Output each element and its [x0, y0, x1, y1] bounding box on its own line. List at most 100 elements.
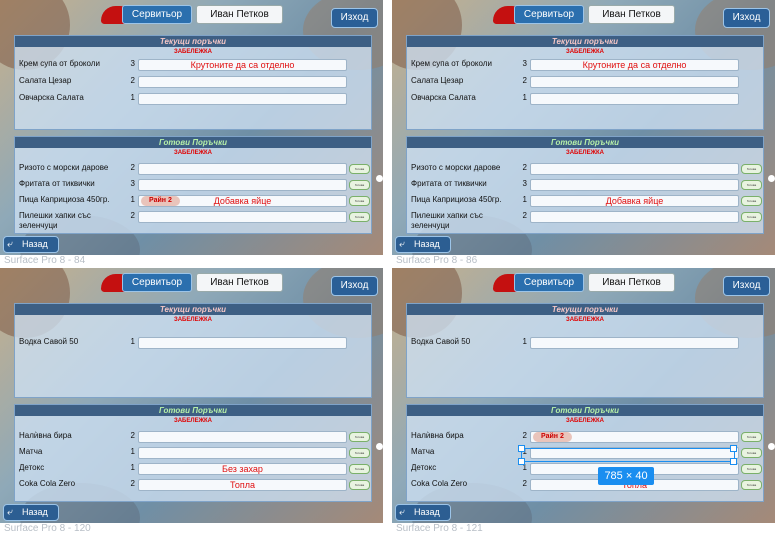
exit-button[interactable]: Изход	[723, 276, 770, 296]
item-name: Пица Каприциоза 450гр.	[411, 195, 502, 204]
note-input[interactable]	[138, 93, 347, 105]
ready-confirm-button[interactable]: Готова	[741, 180, 762, 190]
waiter-role-button[interactable]: Сервитьор	[514, 5, 584, 24]
waiter-role-button[interactable]: Сервитьор	[514, 273, 584, 292]
ready-row: Налѝвна бира 2 Готова	[15, 431, 371, 443]
item-name: Пица Каприциоза 450гр.	[19, 195, 110, 204]
back-button[interactable]: ⤶ Назад	[395, 504, 451, 521]
item-name: Ризото с морски дарове	[19, 163, 109, 172]
exit-button[interactable]: Изход	[723, 8, 770, 28]
ready-confirm-button[interactable]: Готова	[349, 196, 370, 206]
item-name: Пилешки хапки със зеленчуци	[19, 211, 91, 230]
item-qty: 2	[130, 76, 135, 85]
note-input[interactable]: Добавка яйце	[530, 195, 739, 207]
note-input[interactable]	[530, 76, 739, 88]
ready-confirm-button[interactable]: Готова	[741, 464, 762, 474]
back-button[interactable]: ⤶ Назад	[3, 236, 59, 253]
ready-confirm-button[interactable]: Готова	[741, 432, 762, 442]
ready-confirm-button[interactable]: Готова	[349, 212, 370, 222]
ready-orders-panel: Готови Поръчки ЗАБЕЛЕЖКА Ризото с морски д…	[406, 136, 764, 234]
user-name-field: Иван Петков	[588, 273, 675, 292]
note-input[interactable]: Крутоните да са отделно	[138, 59, 347, 71]
item-name: Coka Cola Zero	[411, 479, 468, 488]
note-input[interactable]: Добавка яйце Райн 2	[138, 195, 347, 207]
note-header: ЗАБЕЛЕЖКА	[565, 317, 605, 323]
ready-confirm-button[interactable]: Готова	[349, 448, 370, 458]
item-qty: 2	[130, 431, 135, 440]
note-input[interactable]	[138, 179, 347, 191]
scroll-dot[interactable]	[768, 443, 775, 450]
note-input[interactable]	[530, 211, 739, 223]
scroll-dot[interactable]	[376, 175, 383, 182]
artboard-caption: Surface Pro 8 - 121	[396, 523, 483, 534]
back-label: Назад	[22, 507, 48, 517]
note-input[interactable]	[138, 431, 347, 443]
ready-confirm-button[interactable]: Готова	[741, 164, 762, 174]
ready-orders-title: Готови Поръчки	[407, 137, 763, 148]
item-name: Салата Цезар	[19, 76, 72, 85]
ready-confirm-button[interactable]: Готова	[741, 448, 762, 458]
note-input[interactable]	[138, 76, 347, 88]
note-input[interactable]	[138, 337, 347, 349]
user-name-field: Иван Петков	[196, 273, 283, 292]
note-input[interactable]	[138, 447, 347, 459]
resize-handle[interactable]	[730, 445, 737, 452]
note-input[interactable]: Крутоните да са отделно	[530, 59, 739, 71]
ready-confirm-button[interactable]: Готова	[349, 180, 370, 190]
current-orders-panel: Текущи поръчки ЗАБЕЛЕЖКА Крем супа от брок…	[406, 35, 764, 130]
waiter-role-button[interactable]: Сервитьор	[122, 273, 192, 292]
ready-confirm-button[interactable]: Готова	[349, 480, 370, 490]
current-orders-title: Текущи поръчки	[15, 36, 371, 47]
screen-3: Сервитьор Иван Петков Изход Текущи поръчки З…	[0, 268, 383, 523]
item-name: Налѝвна бира	[411, 431, 464, 440]
ready-confirm-button[interactable]: Готова	[349, 464, 370, 474]
note-input[interactable]	[138, 163, 347, 175]
note-input[interactable]	[138, 211, 347, 223]
waiter-role-button[interactable]: Сервитьор	[122, 5, 192, 24]
artboard-caption: Surface Pro 8 - 86	[396, 255, 478, 266]
item-qty: 2	[522, 431, 527, 440]
note-input[interactable]	[530, 337, 739, 349]
item-name: Фритата от тиквички	[19, 179, 95, 188]
ready-orders-title: Готови Поръчки	[15, 137, 371, 148]
back-button[interactable]: ⤶ Назад	[395, 236, 451, 253]
ready-orders-panel: Готови Поръчки ЗАБЕЛЕЖКА Налѝвна бира 2 Гото…	[14, 404, 372, 502]
note-input[interactable]: Без захар	[138, 463, 347, 475]
ready-confirm-button[interactable]: Готова	[741, 196, 762, 206]
note-input[interactable]	[530, 93, 739, 105]
item-qty: 2	[522, 163, 527, 172]
screen-1: Сервитьор Иван Петков Изход Текущи поръчки З…	[0, 0, 383, 255]
scroll-dot[interactable]	[376, 443, 383, 450]
ready-confirm-button[interactable]: Готова	[741, 480, 762, 490]
current-orders-panel: Текущи поръчки ЗАБЕЛЕЖКА Крем супа от брок…	[14, 35, 372, 130]
note-input[interactable]: Топла	[138, 479, 347, 491]
resize-handle[interactable]	[518, 458, 525, 465]
ready-orders-title: Готови Поръчки	[15, 405, 371, 416]
order-row: Крем супа от броколи 3 Крутоните да са отд…	[15, 59, 371, 71]
item-qty: 2	[522, 211, 527, 220]
order-row: Овчарска Салата 1	[15, 93, 371, 105]
back-label: Назад	[414, 239, 440, 249]
ready-confirm-button[interactable]: Готова	[741, 212, 762, 222]
ready-row: Детокс 1 Готова	[407, 463, 763, 475]
note-input[interactable]: Райн 2	[530, 431, 739, 443]
ready-row: Пица Каприциоза 450гр. 1 Добавка яйце Райн …	[15, 195, 371, 207]
note-input[interactable]	[530, 179, 739, 191]
resize-handle[interactable]	[518, 445, 525, 452]
ready-confirm-button[interactable]: Готова	[349, 432, 370, 442]
exit-button[interactable]: Изход	[331, 8, 378, 28]
current-orders-title: Текущи поръчки	[407, 304, 763, 315]
note-input[interactable]	[530, 163, 739, 175]
note-header: ЗАБЕЛЕЖКА	[565, 418, 605, 424]
item-qty: 1	[130, 93, 135, 102]
item-name: Крем супа от броколи	[411, 59, 492, 68]
back-button[interactable]: ⤶ Назад	[3, 504, 59, 521]
ready-confirm-button[interactable]: Готова	[349, 164, 370, 174]
note-header: ЗАБЕЛЕЖКА	[173, 49, 213, 55]
item-name: Овчарска Салата	[19, 93, 84, 102]
ready-orders-title: Готови Поръчки	[407, 405, 763, 416]
exit-button[interactable]: Изход	[331, 276, 378, 296]
resize-handle[interactable]	[730, 458, 737, 465]
order-row: Салата Цезар 2	[407, 76, 763, 88]
scroll-dot[interactable]	[768, 175, 775, 182]
